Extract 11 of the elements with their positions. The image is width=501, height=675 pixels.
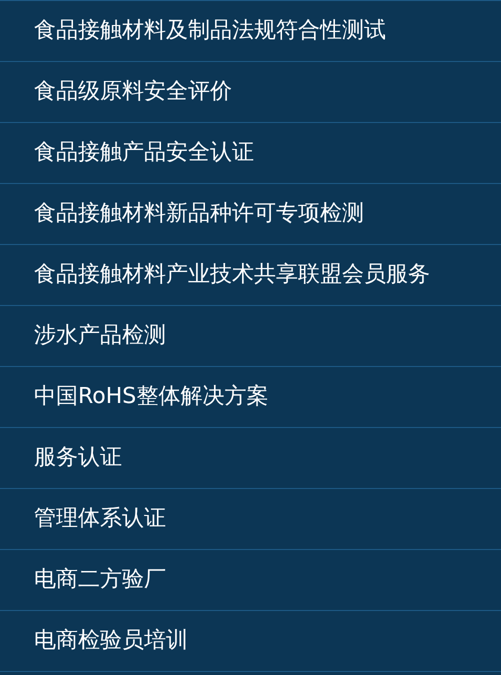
menu-item[interactable]: 食品级原料安全评价 xyxy=(0,62,501,123)
menu-item[interactable]: 电商检验员培训 xyxy=(0,611,501,672)
menu-item[interactable]: 电商二方验厂 xyxy=(0,550,501,611)
menu-item[interactable]: 管理体系认证 xyxy=(0,489,501,550)
menu-item[interactable]: 中国RoHS整体解决方案 xyxy=(0,367,501,428)
menu-item[interactable]: 涉水产品检测 xyxy=(0,306,501,367)
menu-item[interactable]: 食品接触材料产业技术共享联盟会员服务 xyxy=(0,245,501,306)
menu-item[interactable]: 服务认证 xyxy=(0,428,501,489)
menu-item[interactable]: 食品接触产品安全认证 xyxy=(0,123,501,184)
menu-item[interactable]: 食品接触材料及制品法规符合性测试 xyxy=(0,1,501,62)
menu-item[interactable]: 食品接触材料新品种许可专项检测 xyxy=(0,184,501,245)
